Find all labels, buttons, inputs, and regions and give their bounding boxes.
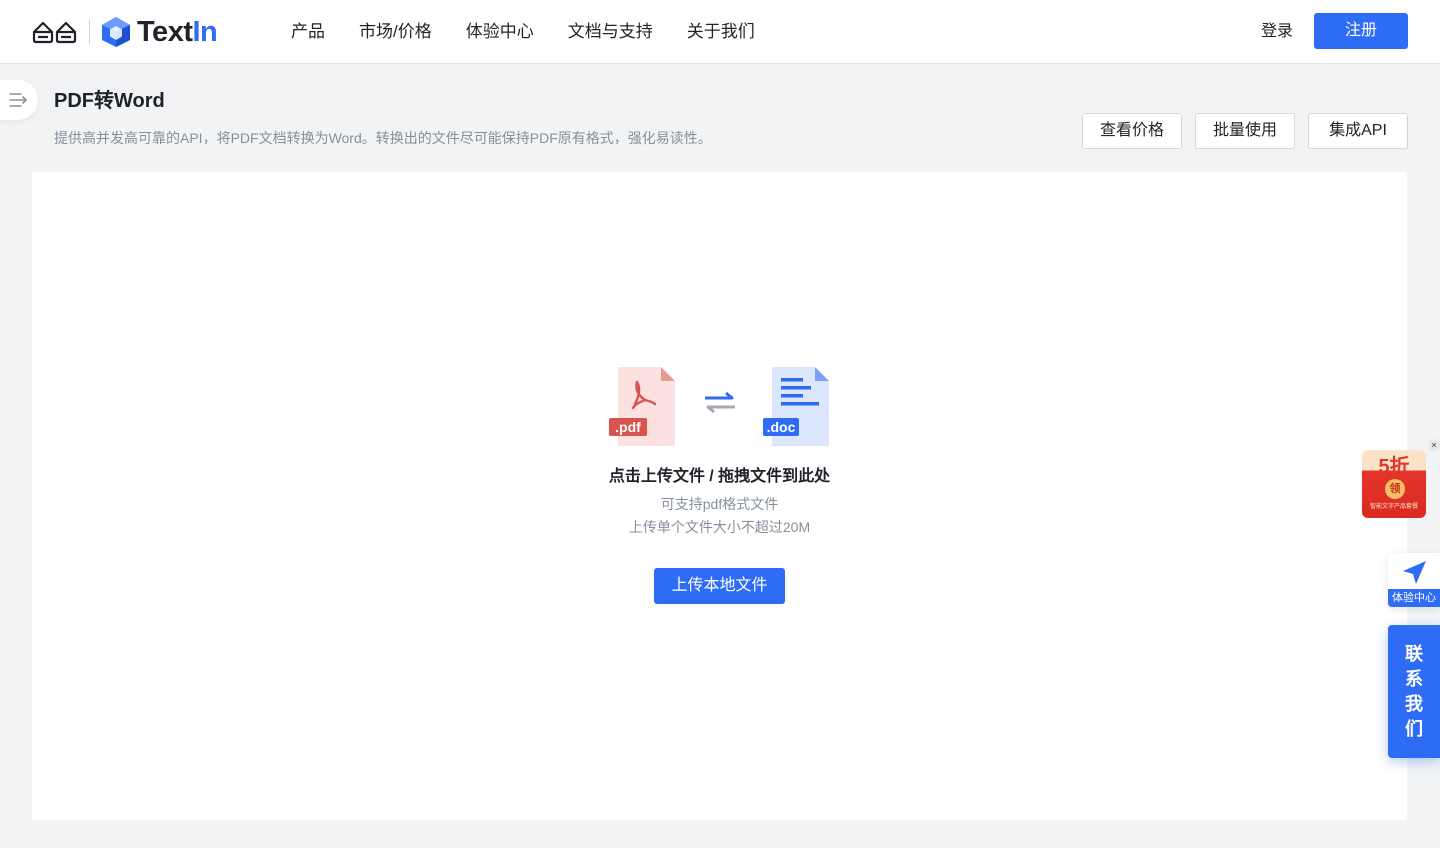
sidebar-toggle[interactable] [0,80,38,120]
contact-char: 我 [1405,694,1423,714]
brand-suffix: In [192,16,218,48]
nav-item-docs-support[interactable]: 文档与支持 [568,20,653,44]
promo-close-icon[interactable]: × [1428,439,1440,451]
contact-us-button[interactable]: 联 系 我 们 [1388,625,1440,758]
contact-char: 系 [1405,669,1423,689]
upload-title: 点击上传文件 / 拖拽文件到此处 [608,468,831,485]
integrate-api-button[interactable]: 集成API [1308,113,1408,149]
main-nav: 产品 市场/价格 体验中心 文档与支持 关于我们 [291,20,789,44]
nav-item-about-us[interactable]: 关于我们 [687,20,755,44]
nav-item-experience-center[interactable]: 体验中心 [466,20,534,44]
nav-item-market-pricing[interactable]: 市场/价格 [359,20,432,44]
doc-tag: .doc [767,419,796,435]
promo-subtitle: 智能文字产品套餐 [1369,504,1418,510]
experience-center-label: 体验中心 [1388,589,1440,607]
brand-prefix: Text [137,16,193,48]
contact-char: 们 [1405,719,1423,739]
expand-menu-icon [9,93,27,107]
promo-coin-icon: 领 [1385,479,1405,499]
batch-use-button[interactable]: 批量使用 [1195,113,1295,149]
hehe-logo-icon[interactable] [32,20,78,44]
discount-promo[interactable]: 5折 领 智能文字产品套餐 [1362,450,1426,518]
promo-discount-text: 5折 [1378,456,1410,478]
send-arrow-icon [1403,561,1426,584]
page-title: PDF转Word [54,90,165,112]
pdf-file-icon: .pdf [609,367,675,446]
logo-divider [89,20,90,44]
brand-name[interactable]: TextIn [137,14,218,50]
upload-local-file-button[interactable]: 上传本地文件 [654,568,785,604]
experience-center-widget[interactable]: 体验中心 [1388,553,1440,607]
swap-arrows-icon [705,391,735,414]
textin-cube-icon[interactable] [101,16,131,48]
doc-file-icon: .doc [763,367,829,446]
upload-dropzone[interactable]: .pdf .doc 点击上传文件 / 拖拽文件到此处 可支持pdf格式文件 上传… [32,172,1407,820]
top-header: TextIn 产品 市场/价格 体验中心 文档与支持 关于我们 登录 注册 [0,0,1440,64]
pdf-tag: .pdf [615,419,641,435]
upload-format-hint: 可支持pdf格式文件 [660,496,779,512]
page-description: 提供高并发高可靠的API，将PDF文档转换为Word。转换出的文件尽可能保持PD… [54,130,712,146]
upload-size-hint: 上传单个文件大小不超过20M [628,519,811,535]
register-button[interactable]: 注册 [1314,13,1408,49]
login-link[interactable]: 登录 [1261,20,1293,44]
nav-item-products[interactable]: 产品 [291,20,325,44]
view-price-button[interactable]: 查看价格 [1082,113,1182,149]
contact-char: 联 [1405,644,1423,664]
